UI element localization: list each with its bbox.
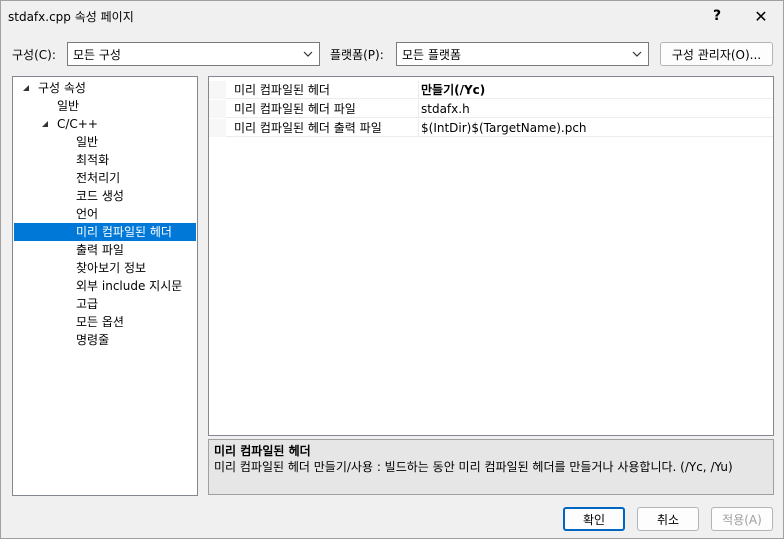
tree-item-preprocessor[interactable]: 전처리기	[13, 169, 197, 187]
cancel-button[interactable]: 취소	[637, 507, 699, 531]
category-tree[interactable]: 구성 속성 일반 C/C++ 일반 최적화 전처리기 코드 생성 언어 미리 컴…	[12, 76, 198, 496]
property-value[interactable]: $(IntDir)$(TargetName).pch	[421, 119, 587, 137]
column-separator	[418, 81, 419, 99]
tree-item-label: 고급	[76, 297, 99, 311]
tree-item-label: 모든 옵션	[76, 315, 124, 329]
platform-value: 모든 플랫폼	[402, 47, 462, 62]
ok-button[interactable]: 확인	[563, 507, 625, 531]
tree-item-label: 명령줄	[76, 333, 110, 347]
property-pages-dialog: stdafx.cpp 속성 페이지 ? ✕ 구성(C): 모든 구성 플랫폼(P…	[0, 0, 784, 539]
tree-item-c-cpp[interactable]: C/C++	[13, 115, 197, 133]
tree-item-code-generation[interactable]: 코드 생성	[13, 187, 197, 205]
configuration-label: 구성(C):	[12, 48, 56, 62]
tree-item-label: 코드 생성	[76, 189, 124, 203]
column-separator	[418, 119, 419, 137]
tree-item-cpp-general[interactable]: 일반	[13, 133, 197, 151]
tree-item-label: 최적화	[76, 153, 110, 167]
tree-item-advanced[interactable]: 고급	[13, 295, 197, 313]
expanded-triangle-icon[interactable]	[40, 115, 50, 133]
tree-item-label: C/C++	[57, 117, 98, 131]
window-title: stdafx.cpp 속성 페이지	[8, 10, 134, 24]
row-gutter	[209, 100, 226, 118]
row-gutter	[209, 81, 226, 99]
row-gutter	[209, 119, 226, 137]
tree-item-output-files[interactable]: 출력 파일	[13, 241, 197, 259]
configuration-value: 모든 구성	[73, 47, 121, 62]
description-text: 미리 컴파일된 헤더 만들기/사용 : 빌드하는 동안 미리 컴파일된 헤더를 …	[214, 460, 733, 474]
tree-item-external-includes[interactable]: 외부 include 지시문	[13, 277, 197, 295]
property-grid: 미리 컴파일된 헤더 만들기(/Yc) 미리 컴파일된 헤더 파일 stdafx…	[208, 76, 774, 436]
help-button[interactable]: ?	[697, 1, 737, 31]
property-row-precompiled-header[interactable]: 미리 컴파일된 헤더 만들기(/Yc)	[209, 81, 773, 99]
property-value[interactable]: stdafx.h	[421, 100, 470, 118]
title-bar: stdafx.cpp 속성 페이지 ? ✕	[1, 1, 783, 31]
property-name: 미리 컴파일된 헤더 출력 파일	[234, 121, 382, 135]
tree-item-label: 언어	[76, 207, 99, 221]
tree-item-label: 출력 파일	[76, 243, 124, 257]
property-name: 미리 컴파일된 헤더 파일	[234, 102, 356, 116]
close-button[interactable]: ✕	[741, 1, 781, 31]
configuration-manager-button[interactable]: 구성 관리자(O)...	[660, 42, 773, 66]
property-row-precompiled-header-file[interactable]: 미리 컴파일된 헤더 파일 stdafx.h	[209, 100, 773, 118]
tree-item-label: 미리 컴파일된 헤더	[76, 225, 172, 239]
tree-item-label: 일반	[57, 99, 80, 113]
configuration-dropdown[interactable]: 모든 구성	[67, 42, 320, 66]
property-value[interactable]: 만들기(/Yc)	[421, 81, 485, 99]
chevron-down-icon	[632, 51, 642, 57]
property-row-precompiled-header-output-file[interactable]: 미리 컴파일된 헤더 출력 파일 $(IntDir)$(TargetName).…	[209, 119, 773, 137]
tree-item-optimization[interactable]: 최적화	[13, 151, 197, 169]
chevron-down-icon	[303, 51, 313, 57]
tree-item-precompiled-headers[interactable]: 미리 컴파일된 헤더	[14, 223, 196, 241]
property-name: 미리 컴파일된 헤더	[234, 83, 330, 97]
tree-item-label: 일반	[76, 135, 99, 149]
tree-item-label: 전처리기	[76, 171, 121, 185]
tree-item-label: 구성 속성	[38, 81, 86, 95]
column-separator	[418, 100, 419, 118]
tree-item-all-options[interactable]: 모든 옵션	[13, 313, 197, 331]
platform-dropdown[interactable]: 모든 플랫폼	[396, 42, 649, 66]
apply-button[interactable]: 적용(A)	[711, 507, 773, 531]
tree-item-label: 찾아보기 정보	[76, 261, 147, 275]
description-title: 미리 컴파일된 헤더	[214, 444, 311, 458]
platform-label: 플랫폼(P):	[330, 48, 384, 62]
tree-item-configuration-properties[interactable]: 구성 속성	[13, 79, 197, 97]
expanded-triangle-icon[interactable]	[21, 79, 31, 97]
tree-item-label: 외부 include 지시문	[76, 279, 183, 293]
tree-item-command-line[interactable]: 명령줄	[13, 331, 197, 349]
tree-item-browse-information[interactable]: 찾아보기 정보	[13, 259, 197, 277]
description-pane: 미리 컴파일된 헤더 미리 컴파일된 헤더 만들기/사용 : 빌드하는 동안 미…	[208, 439, 774, 495]
tree-item-general[interactable]: 일반	[13, 97, 197, 115]
tree-item-language[interactable]: 언어	[13, 205, 197, 223]
